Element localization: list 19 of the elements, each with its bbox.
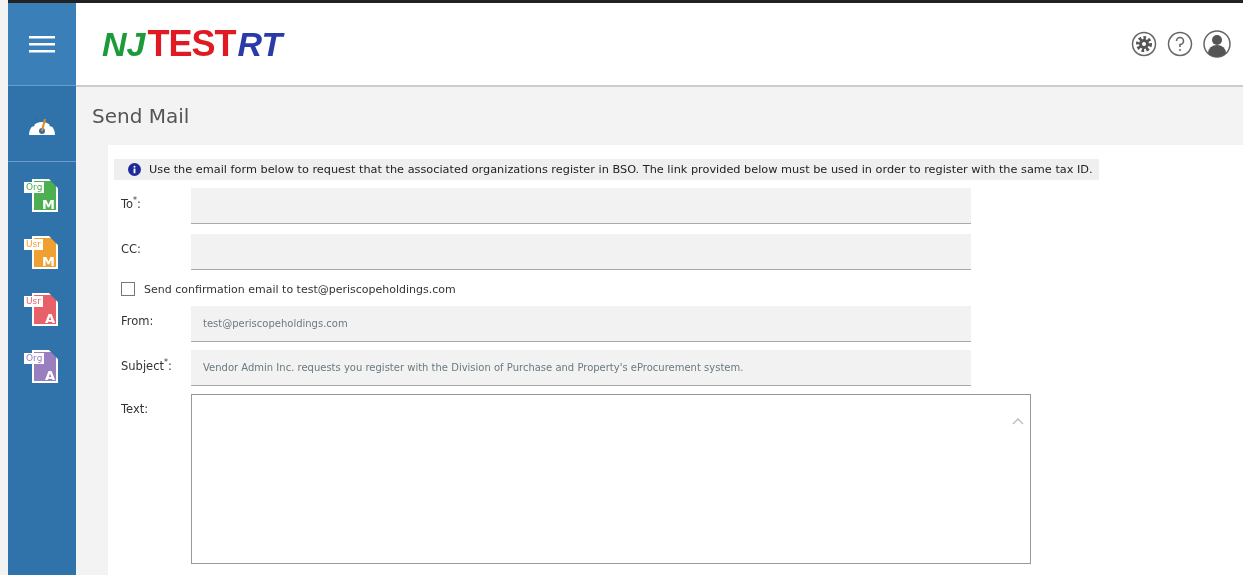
field-label: To$^{*}$:	[120, 195, 142, 211]
page-title: Send Mail	[92, 104, 190, 128]
help-icon[interactable]	[1167, 31, 1193, 57]
field-label: Subject$^{*}$:	[120, 357, 173, 373]
checkbox-label: Send confirmation email to test@periscopeholdings.com	[144, 282, 456, 296]
from-field[interactable]: test@periscopeholdings.com	[191, 306, 971, 342]
field-label: Text:	[120, 401, 150, 416]
info-icon	[128, 163, 141, 176]
field-label: From:	[120, 313, 155, 328]
site-logo[interactable]: NJTESTRT	[102, 22, 283, 66]
cc-field[interactable]	[191, 234, 971, 270]
settings-icon[interactable]	[1131, 31, 1157, 57]
info-message: Use the email form below to request that the associated organizations register in BSO. The link provided below must be used in order to register with the same tax ID.	[149, 163, 1093, 176]
menu-icon[interactable]	[29, 34, 55, 54]
field-label: CC:	[120, 241, 142, 256]
checkbox[interactable]	[121, 282, 135, 296]
to-field[interactable]	[191, 188, 971, 224]
user-avatar-icon[interactable]	[1203, 30, 1231, 58]
subject-field[interactable]: Vendor Admin Inc. requests you register with the Division of Purchase and Property's eProcurement system.	[191, 350, 971, 386]
